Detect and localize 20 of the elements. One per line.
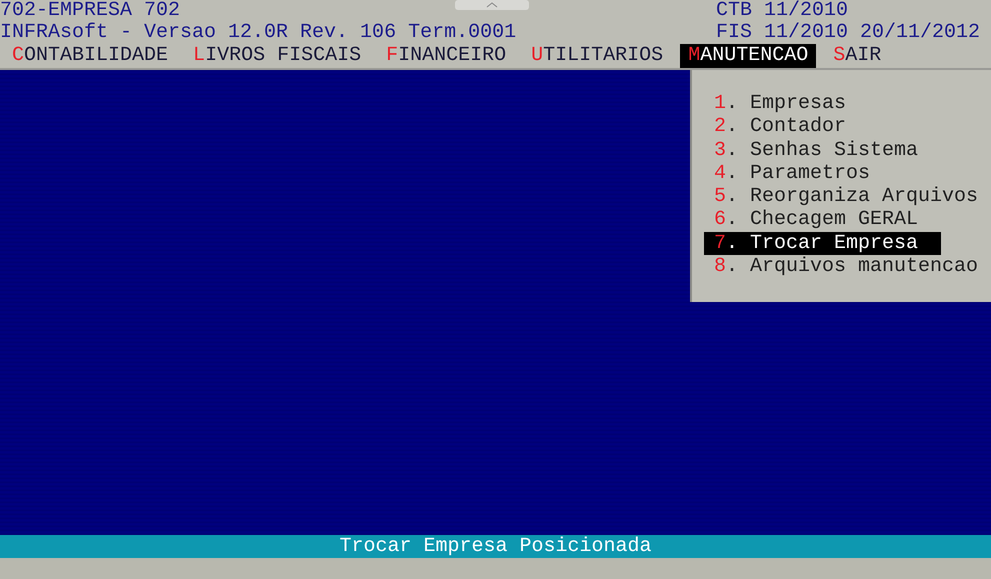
status-bar: Trocar Empresa Posicionada — [0, 535, 991, 558]
dropdown-item[interactable]: 1. Empresas — [704, 92, 991, 116]
menu-item[interactable]: MANUTENCAO — [680, 44, 816, 68]
menu-item[interactable]: LIVROS FISCAIS — [193, 44, 362, 68]
dropdown-item[interactable]: 8. Arquivos manutencao — [704, 255, 991, 278]
dropdown-item[interactable]: 6. Checagem GERAL — [704, 208, 991, 232]
version-info: INFRAsoft - Versao 12.0R Rev. 106 Term.0001 — [0, 22, 516, 44]
menu-item[interactable]: SAIR — [833, 44, 882, 68]
menu-item[interactable]: CONTABILIDADE — [12, 44, 168, 68]
dropdown-item[interactable]: 3. Senhas Sistema — [704, 138, 991, 162]
collapse-tab-icon[interactable] — [455, 0, 529, 12]
dropdown-item[interactable]: 4. Parametros — [704, 162, 991, 186]
menu-item[interactable]: UTILITARIOS — [531, 44, 664, 68]
period-fis: FIS 11/2010 20/11/2012 — [716, 22, 982, 44]
menu-item[interactable]: FINANCEIRO — [386, 44, 506, 68]
company-name: 702-EMPRESA 702 — [0, 0, 180, 22]
period-ctb: CTB 11/2010 — [716, 0, 850, 22]
dropdown-item[interactable]: 2. Contador — [704, 115, 991, 139]
dropdown-item[interactable]: 5. Reorganiza Arquivos — [704, 185, 991, 208]
dropdown-item[interactable]: 7. Trocar Empresa — [704, 232, 941, 256]
